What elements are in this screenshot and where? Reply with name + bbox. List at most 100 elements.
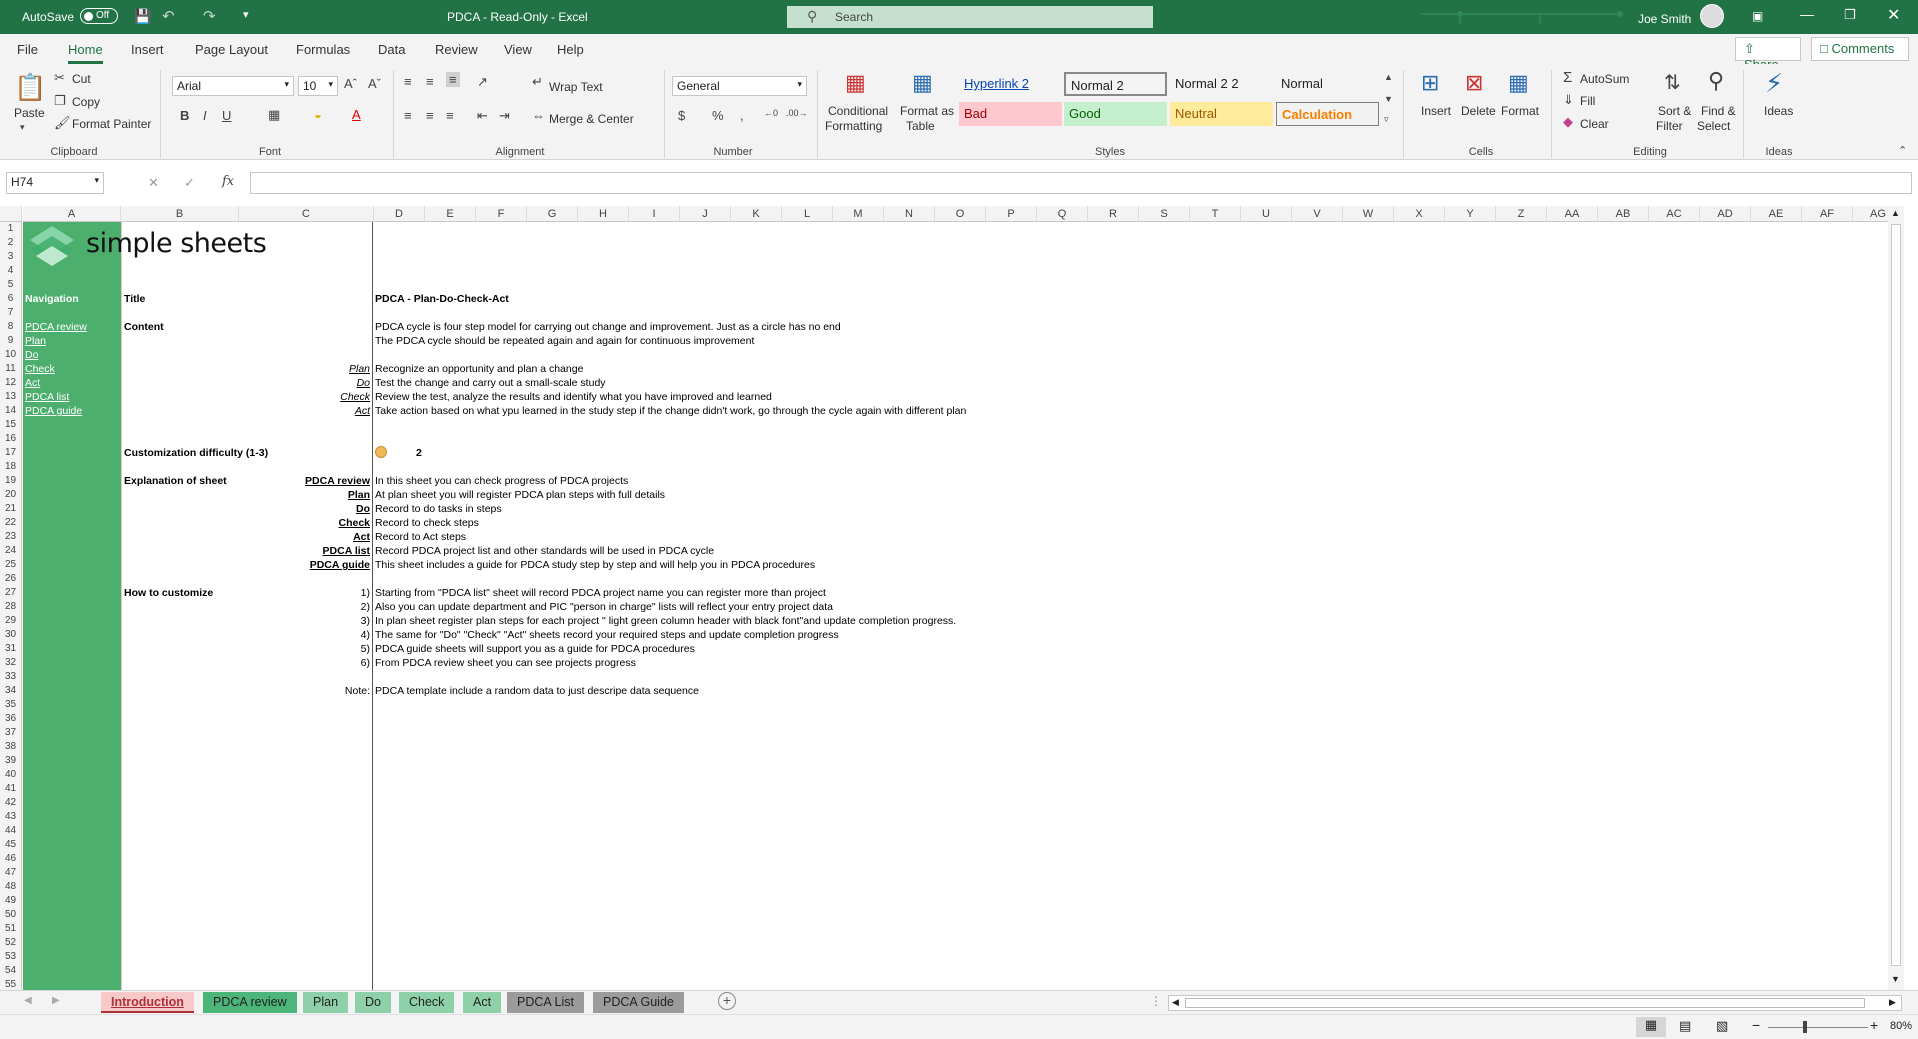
- sheet-tab[interactable]: Act: [463, 992, 502, 1013]
- scrollbar-thumb[interactable]: [1891, 224, 1901, 966]
- save-icon[interactable]: 💾: [134, 8, 151, 25]
- style-good[interactable]: Good: [1064, 102, 1167, 126]
- row-header[interactable]: 23: [0, 530, 22, 544]
- column-header[interactable]: G: [527, 206, 578, 222]
- orientation-icon[interactable]: ↗: [477, 74, 488, 90]
- column-header[interactable]: P: [986, 206, 1037, 222]
- row-header[interactable]: 51: [0, 922, 22, 936]
- row-header[interactable]: 3: [0, 250, 22, 264]
- conditional-formatting-icon[interactable]: ▦: [845, 70, 866, 96]
- customize-qat-icon[interactable]: ▾: [243, 8, 249, 21]
- sheet-link[interactable]: Plan: [260, 488, 370, 502]
- copy-icon[interactable]: ❐: [54, 93, 66, 109]
- row-header[interactable]: 33: [0, 670, 22, 684]
- find-select-icon[interactable]: ⚲: [1708, 68, 1724, 94]
- sort-filter-label-2[interactable]: Filter: [1656, 119, 1683, 133]
- row-header[interactable]: 26: [0, 572, 22, 586]
- format-as-table-icon[interactable]: ▦: [912, 70, 933, 96]
- user-name[interactable]: Joe Smith: [1638, 12, 1691, 26]
- sheet-link[interactable]: Act: [260, 530, 370, 544]
- column-header[interactable]: X: [1394, 206, 1445, 222]
- row-header[interactable]: 14: [0, 404, 22, 418]
- sheet-tab[interactable]: PDCA List: [507, 992, 584, 1013]
- nav-link[interactable]: Check: [25, 362, 55, 376]
- row-header[interactable]: 17: [0, 446, 22, 460]
- delete-cells-label[interactable]: Delete: [1461, 104, 1496, 118]
- bold-icon[interactable]: B: [180, 108, 189, 123]
- row-header[interactable]: 46: [0, 852, 22, 866]
- clear-icon[interactable]: ◆: [1563, 114, 1573, 130]
- scroll-down-icon[interactable]: ▼: [1891, 974, 1900, 984]
- ribbon-display-icon[interactable]: ▣: [1752, 9, 1763, 23]
- increase-indent-icon[interactable]: ⇥: [499, 108, 510, 124]
- page-break-view-icon[interactable]: ▧: [1716, 1018, 1728, 1034]
- copy-label[interactable]: Copy: [72, 95, 100, 109]
- italic-icon[interactable]: I: [203, 108, 207, 123]
- normal-view-icon[interactable]: ▦: [1636, 1017, 1666, 1037]
- sheet-link[interactable]: PDCA list: [260, 544, 370, 558]
- row-header[interactable]: 43: [0, 810, 22, 824]
- row-header[interactable]: 22: [0, 516, 22, 530]
- row-header[interactable]: 25: [0, 558, 22, 572]
- row-header[interactable]: 12: [0, 376, 22, 390]
- style-bad[interactable]: Bad: [959, 102, 1062, 126]
- search-box[interactable]: ⚲ Search: [787, 6, 1153, 28]
- row-header[interactable]: 29: [0, 614, 22, 628]
- cancel-icon[interactable]: ✕: [148, 175, 159, 191]
- ideas-icon[interactable]: ⚡: [1765, 68, 1783, 99]
- column-header[interactable]: AF: [1802, 206, 1853, 222]
- column-header[interactable]: E: [425, 206, 476, 222]
- tab-data[interactable]: Data: [378, 42, 405, 57]
- row-header[interactable]: 41: [0, 782, 22, 796]
- vertical-scrollbar[interactable]: ▲ ▼: [1888, 206, 1904, 990]
- column-header[interactable]: D: [374, 206, 425, 222]
- row-header[interactable]: 18: [0, 460, 22, 474]
- cut-label[interactable]: Cut: [72, 72, 91, 86]
- format-painter-label[interactable]: Format Painter: [72, 117, 151, 131]
- format-cells-label[interactable]: Format: [1501, 104, 1539, 118]
- tab-file[interactable]: File: [17, 42, 38, 57]
- row-header[interactable]: 1: [0, 222, 22, 236]
- column-header[interactable]: N: [884, 206, 935, 222]
- insert-cells-icon[interactable]: ⊞: [1421, 70, 1439, 96]
- underline-icon[interactable]: U: [222, 108, 231, 123]
- row-header[interactable]: 21: [0, 502, 22, 516]
- borders-icon[interactable]: ▦: [268, 107, 280, 123]
- decrease-font-icon[interactable]: Aˇ: [368, 76, 381, 91]
- row-header[interactable]: 44: [0, 824, 22, 838]
- autosum-icon[interactable]: Σ: [1563, 69, 1572, 86]
- undo-icon[interactable]: ↶: [162, 7, 175, 25]
- column-header[interactable]: AC: [1649, 206, 1700, 222]
- column-header[interactable]: AB: [1598, 206, 1649, 222]
- restore-icon[interactable]: ❐: [1844, 7, 1856, 23]
- find-select-label[interactable]: Find &: [1701, 104, 1736, 118]
- column-header[interactable]: F: [476, 206, 527, 222]
- horizontal-scrollbar-thumb[interactable]: [1185, 998, 1865, 1008]
- comma-icon[interactable]: ,: [740, 108, 744, 123]
- zoom-slider-thumb[interactable]: [1803, 1021, 1807, 1033]
- tab-help[interactable]: Help: [557, 42, 584, 57]
- enter-icon[interactable]: ✓: [184, 175, 195, 191]
- row-header[interactable]: 19: [0, 474, 22, 488]
- sheet-tab[interactable]: Do: [355, 992, 391, 1013]
- row-header[interactable]: 52: [0, 936, 22, 950]
- scroll-left-icon[interactable]: ◀: [1172, 997, 1179, 1008]
- nav-link[interactable]: Act: [25, 376, 40, 390]
- column-header[interactable]: Z: [1496, 206, 1547, 222]
- sheet-link[interactable]: Do: [260, 502, 370, 516]
- tab-home[interactable]: Home: [68, 42, 103, 64]
- name-box[interactable]: H74 ▾: [6, 172, 104, 194]
- row-header[interactable]: 38: [0, 740, 22, 754]
- tab-page-layout[interactable]: Page Layout: [195, 42, 268, 57]
- row-header[interactable]: 5: [0, 278, 22, 292]
- collapse-ribbon-icon[interactable]: ⌃: [1898, 144, 1907, 157]
- format-as-table-label-2[interactable]: Table: [906, 119, 935, 133]
- delete-cells-icon[interactable]: ⊠: [1465, 70, 1483, 96]
- format-as-table-label[interactable]: Format as: [900, 104, 954, 118]
- currency-icon[interactable]: $: [678, 108, 685, 123]
- column-header[interactable]: K: [731, 206, 782, 222]
- styles-scroll-down-icon[interactable]: ▼: [1384, 94, 1393, 104]
- conditional-formatting-label[interactable]: Conditional: [828, 104, 888, 118]
- column-header[interactable]: R: [1088, 206, 1139, 222]
- sheet-tab[interactable]: Plan: [303, 992, 349, 1013]
